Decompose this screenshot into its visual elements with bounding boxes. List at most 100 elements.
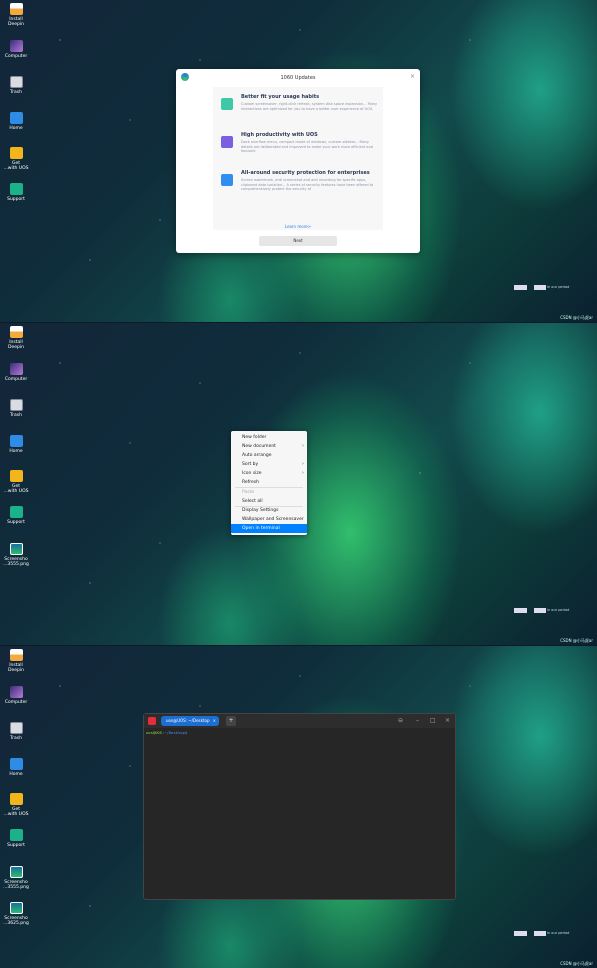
tray-block-icon (534, 931, 546, 936)
desktop-icon-support[interactable]: Support (2, 183, 30, 202)
tray-block-icon (534, 608, 546, 613)
icon-label: Home (9, 772, 23, 777)
desktop-icon-computer[interactable]: Computer (2, 363, 30, 382)
tray-block-icon (514, 608, 527, 613)
support-icon (9, 829, 23, 841)
icon-label: Computer (4, 377, 28, 382)
icon-label: Trash (10, 736, 22, 741)
menu-item-open-terminal[interactable]: Open in terminal (231, 524, 307, 533)
chevron-right-icon: › (302, 443, 304, 449)
install-deepin-icon (9, 326, 23, 338)
icon-label: Get ...with UOS (3, 807, 29, 817)
menu-item-wallpaper[interactable]: Wallpaper and Screensaver (231, 515, 307, 524)
icon-label: Screensho ...3625.png (3, 916, 29, 926)
icon-label: Trash (10, 90, 22, 95)
close-button[interactable]: × (445, 717, 450, 725)
next-button[interactable]: Next (259, 236, 337, 246)
desktop-icon-home[interactable]: Home (2, 112, 30, 131)
desktop-icon-screenshot[interactable]: Screensho ...3555.png (2, 543, 30, 567)
trash-icon (9, 76, 23, 88)
tray-text: in our period (547, 285, 570, 289)
desktop-icon-home[interactable]: Home (2, 435, 30, 454)
lightbulb-icon (9, 147, 23, 159)
chevron-right-icon: › (302, 470, 304, 476)
feature-heading: Better fit your usage habits (241, 94, 320, 100)
desktop-icon-support[interactable]: Support (2, 506, 30, 525)
lightbulb-icon (9, 470, 23, 482)
menu-item-refresh[interactable]: Refresh (231, 478, 307, 487)
add-tab-button[interactable]: + (226, 716, 236, 726)
desktop-icon-trash[interactable]: Trash (2, 722, 30, 741)
icon-label: Computer (4, 54, 28, 59)
terminal-window: uos@UOS: ~/Desktop × + ⊖ – □ × uos@UOS:~/… (143, 713, 456, 900)
menu-item-auto-arrange[interactable]: Auto arrange (231, 451, 307, 460)
desktop-icon-screenshot[interactable]: Screensho ...3625.png (2, 902, 30, 926)
desktop-icon-install-deepin[interactable]: Install Deepin (2, 326, 30, 350)
menu-item-icon-size[interactable]: Icon size › (231, 469, 307, 478)
terminal-tab[interactable]: uos@UOS: ~/Desktop × (161, 716, 219, 726)
desktop-icon-install-deepin[interactable]: Install Deepin (2, 3, 30, 27)
features-list: Better fit your usage habits Custom scre… (213, 87, 383, 230)
icon-label: Screensho ...3555.png (3, 557, 29, 567)
updates-dialog: 1060 Updates × Better fit your usage hab… (176, 69, 420, 253)
desktop-icon-trash[interactable]: Trash (2, 399, 30, 418)
desktop-icon-screenshot[interactable]: Screensho ...3555.png (2, 866, 30, 890)
trash-icon (9, 722, 23, 734)
tray-block-icon (514, 285, 527, 290)
icon-label: Install Deepin (8, 663, 24, 673)
watermark: CSDN @小马虎ar (560, 961, 593, 966)
menu-item-sort-by[interactable]: Sort by › (231, 460, 307, 469)
menu-item-label: Icon size (242, 471, 262, 476)
terminal-app-icon (148, 717, 156, 725)
close-icon[interactable]: × (213, 716, 216, 726)
terminal-prompt[interactable]: uos@UOS:~/Desktop$ (146, 730, 187, 735)
tray-block-icon (534, 285, 546, 290)
maximize-button[interactable]: □ (430, 717, 436, 725)
icon-label: Computer (4, 700, 28, 705)
desktop-icon-install-deepin[interactable]: Install Deepin (2, 649, 30, 673)
icon-label: Support (7, 197, 25, 202)
tray-text: in our period (547, 608, 570, 612)
minimize-button[interactable]: – (416, 717, 419, 725)
home-icon (9, 112, 23, 124)
icon-label: Get ...with UOS (3, 161, 29, 171)
tab-title: uos@UOS: ~/Desktop (166, 718, 210, 723)
menu-item-label: New document (242, 444, 276, 449)
menu-item-new-folder[interactable]: New folder (231, 433, 307, 442)
chevron-right-icon: › (302, 461, 304, 467)
tray-block-icon (514, 931, 527, 936)
desktop-context-menu: New folder New document › Auto arrange So… (231, 431, 307, 535)
dialog-title: 1060 Updates (280, 75, 316, 81)
desktop-icon-get[interactable]: Get ...with UOS (2, 147, 30, 171)
feature-description: Screen watermark, anti screenshot and an… (241, 178, 374, 192)
desktop-icon-computer[interactable]: Computer (2, 686, 30, 705)
desktop-icon-trash[interactable]: Trash (2, 76, 30, 95)
productivity-icon (221, 136, 233, 148)
computer-icon (9, 363, 23, 375)
icon-label: Support (7, 520, 25, 525)
prompt-user: uos@UOS (146, 730, 163, 735)
install-deepin-icon (9, 649, 23, 661)
menu-item-new-document[interactable]: New document › (231, 442, 307, 451)
menu-button[interactable]: ⊖ (398, 717, 403, 725)
menu-item-select-all[interactable]: Select all (231, 497, 307, 506)
desktop-panel-1: Install Deepin Computer Trash Home Get .… (0, 0, 597, 322)
desktop-icon-get[interactable]: Get ...with UOS (2, 470, 30, 494)
computer-icon (9, 40, 23, 52)
icon-label: Home (9, 126, 23, 131)
close-icon[interactable]: × (410, 73, 415, 80)
lightbulb-icon (9, 793, 23, 805)
image-file-icon (9, 543, 23, 555)
icon-label: Install Deepin (8, 340, 24, 350)
desktop-icon-computer[interactable]: Computer (2, 40, 30, 59)
taskbar-tray: in our period (514, 285, 569, 290)
feature-heading: All-around security protection for enter… (241, 170, 370, 176)
computer-icon (9, 686, 23, 698)
desktop-icon-support[interactable]: Support (2, 829, 30, 848)
desktop-icon-get[interactable]: Get ...with UOS (2, 793, 30, 817)
learn-more-link[interactable]: Learn more> (176, 224, 420, 229)
taskbar-tray: in our period (514, 931, 569, 936)
menu-item-display-settings[interactable]: Display Settings (231, 506, 307, 515)
desktop-icon-home[interactable]: Home (2, 758, 30, 777)
home-icon (9, 758, 23, 770)
